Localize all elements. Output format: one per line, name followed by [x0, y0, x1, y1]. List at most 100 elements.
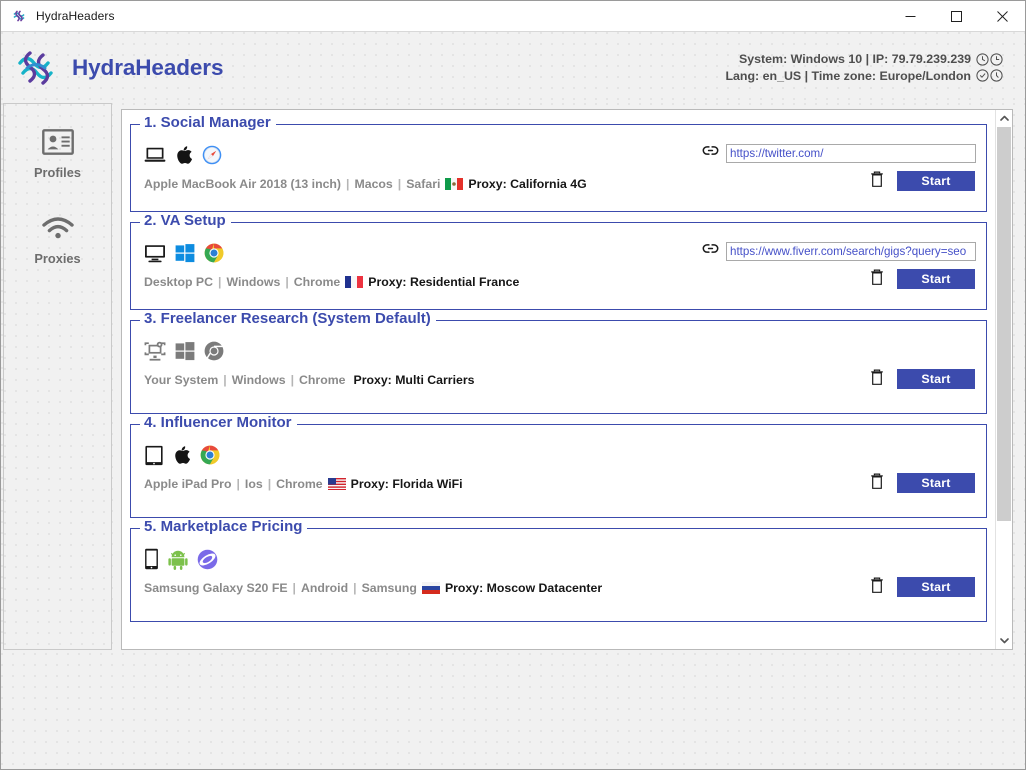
- profile-info: Apple iPad Pro | Ios | Chrome Proxy: Flo…: [141, 441, 870, 491]
- sidebar-item-profiles-label: Profiles: [34, 165, 81, 180]
- start-button[interactable]: Start: [897, 577, 975, 597]
- profile-info: Desktop PC | Windows | Chrome Proxy: Res…: [141, 239, 702, 289]
- profiles-list-viewport: 1. Social Manager: [122, 110, 995, 649]
- window-title: HydraHeaders: [36, 9, 115, 23]
- profile-action-row: Start: [870, 369, 976, 389]
- system-monitor-gear-icon: [144, 341, 166, 362]
- profile-title: 5. Marketplace Pricing: [140, 518, 307, 535]
- meta-separator: |: [346, 177, 349, 191]
- profile-proxy: Proxy: Moscow Datacenter: [445, 581, 602, 595]
- delete-profile-button[interactable]: [870, 577, 884, 597]
- laptop-icon: [144, 146, 166, 164]
- id-card-icon: [42, 125, 74, 159]
- profile-info: Apple MacBook Air 2018 (13 inch) | Macos…: [141, 141, 702, 191]
- profile-card[interactable]: 1. Social Manager: [130, 124, 987, 212]
- meta-separator: |: [268, 477, 271, 491]
- meta-separator: |: [285, 275, 288, 289]
- meta-separator: |: [218, 275, 221, 289]
- profiles-panel: 1. Social Manager: [121, 109, 1013, 650]
- chrome-icon: [200, 445, 220, 465]
- profile-card[interactable]: 5. Marketplace Pricing: [130, 528, 987, 622]
- system-info-line-1: System: Windows 10 | IP: 79.79.239.239: [725, 51, 1003, 68]
- start-button[interactable]: Start: [897, 171, 975, 191]
- profile-card[interactable]: 2. VA Setup: [130, 222, 987, 310]
- app-window: HydraHeaders: [0, 0, 1026, 770]
- meta-separator: |: [398, 177, 401, 191]
- delete-profile-button[interactable]: [870, 269, 884, 289]
- profile-proxy: Proxy: Florida WiFi: [351, 477, 463, 491]
- profile-actions: Start: [870, 337, 976, 389]
- profile-url-input[interactable]: [726, 144, 976, 163]
- windows-icon: [175, 341, 195, 361]
- system-info-line-1-text: System: Windows 10 | IP: 79.79.239.239: [739, 51, 971, 68]
- chrome-icon: [204, 341, 224, 361]
- profile-action-row: Start: [870, 269, 976, 289]
- start-button[interactable]: Start: [897, 369, 975, 389]
- body-split: Profiles Proxies 1. Socia: [1, 103, 1025, 769]
- title-bar-left: HydraHeaders: [1, 8, 887, 24]
- chevron-up-icon[interactable]: [996, 110, 1012, 127]
- profile-device: Desktop PC: [144, 275, 213, 289]
- profile-title: 1. Social Manager: [140, 114, 276, 131]
- minimize-button[interactable]: [887, 1, 933, 32]
- chevron-down-icon[interactable]: [996, 632, 1012, 649]
- profiles-list: 1. Social Manager: [128, 115, 989, 622]
- profile-info: Your System | Windows | Chrome Proxy: Mu…: [141, 337, 870, 387]
- profile-icons: [144, 442, 870, 468]
- profile-meta: Your System | Windows | Chrome Proxy: Mu…: [144, 373, 870, 387]
- profile-meta: Apple iPad Pro | Ios | Chrome Proxy: Flo…: [144, 477, 870, 491]
- profile-os: Ios: [245, 477, 263, 491]
- profile-browser: Chrome: [276, 477, 322, 491]
- close-button[interactable]: [979, 1, 1025, 32]
- profile-url-row: [702, 241, 976, 261]
- profile-actions: Start: [702, 239, 976, 289]
- profile-actions: Start: [870, 545, 976, 597]
- sidebar-item-proxies[interactable]: Proxies: [13, 208, 103, 269]
- delete-profile-button[interactable]: [870, 369, 884, 389]
- desktop-icon: [144, 244, 166, 263]
- profile-card[interactable]: 3. Freelancer Research (System Default): [130, 320, 987, 414]
- profile-action-row: Start: [870, 577, 976, 597]
- profile-icons: [144, 338, 870, 364]
- link-icon: [702, 241, 719, 261]
- brand-header: HydraHeaders System: Windows 10 | IP: 79…: [1, 32, 1025, 103]
- sidebar: Profiles Proxies: [3, 103, 112, 650]
- start-button[interactable]: Start: [897, 269, 975, 289]
- link-icon: [702, 143, 719, 163]
- meta-separator: |: [291, 373, 294, 387]
- profile-proxy: Proxy: Residential France: [368, 275, 519, 289]
- delete-profile-button[interactable]: [870, 171, 884, 191]
- clock-icon-pair-1: [976, 53, 1003, 66]
- scrollbar-track[interactable]: [996, 127, 1012, 632]
- hydra-knot-logo: [15, 48, 59, 88]
- hydra-knot-icon: [11, 8, 27, 24]
- profile-browser: Chrome: [299, 373, 345, 387]
- brand-left: HydraHeaders: [15, 48, 223, 88]
- profile-actions: Start: [702, 141, 976, 191]
- profile-info: Samsung Galaxy S20 FE | Android | Samsun…: [141, 545, 870, 595]
- profile-os: Windows: [226, 275, 280, 289]
- meta-separator: |: [223, 373, 226, 387]
- tablet-icon: [144, 445, 164, 466]
- profile-proxy: Proxy: California 4G: [468, 177, 586, 191]
- start-button[interactable]: Start: [897, 473, 975, 493]
- sidebar-item-profiles[interactable]: Profiles: [13, 122, 103, 183]
- profile-device: Samsung Galaxy S20 FE: [144, 581, 288, 595]
- profile-card[interactable]: 4. Influencer Monitor: [130, 424, 987, 518]
- flag-france-icon: [345, 276, 363, 288]
- meta-separator: |: [236, 477, 239, 491]
- wifi-icon: [41, 211, 75, 245]
- profile-url-input[interactable]: [726, 242, 976, 261]
- profile-icons: [144, 142, 702, 168]
- android-icon: [168, 549, 188, 570]
- profile-icons: [144, 546, 870, 572]
- profile-device: Apple MacBook Air 2018 (13 inch): [144, 177, 341, 191]
- scrollbar-thumb[interactable]: [997, 127, 1011, 521]
- brand-name: HydraHeaders: [72, 55, 223, 81]
- windows-icon: [175, 243, 195, 263]
- delete-profile-button[interactable]: [870, 473, 884, 493]
- profile-meta: Desktop PC | Windows | Chrome Proxy: Res…: [144, 275, 702, 289]
- maximize-button[interactable]: [933, 1, 979, 32]
- vertical-scrollbar[interactable]: [995, 110, 1012, 649]
- phone-icon: [144, 548, 159, 570]
